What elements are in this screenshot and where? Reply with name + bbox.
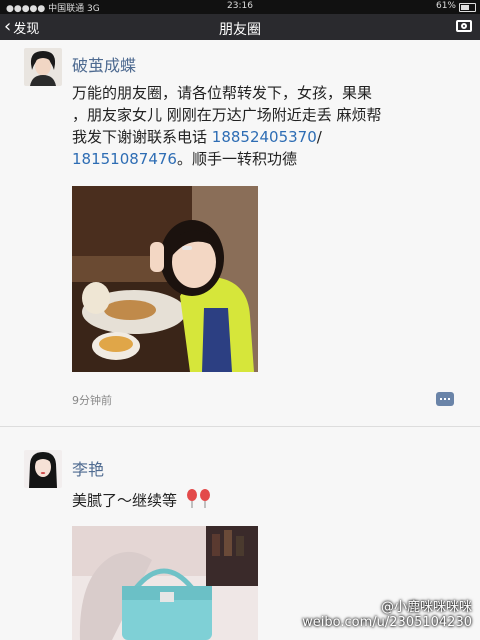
page-title: 朋友圈 <box>219 22 261 38</box>
post-photo[interactable] <box>72 526 258 640</box>
status-time: 23:16 <box>227 1 253 11</box>
battery-percent: 61% <box>435 1 456 11</box>
comment-icon[interactable] <box>436 392 454 406</box>
phone-link[interactable]: 18151087476 <box>72 150 177 168</box>
post-text: 美腻了～继续等 <box>72 488 214 514</box>
post-text-line: 18151087476。顺手一转积功德 <box>72 148 382 170</box>
avatar[interactable] <box>24 450 62 488</box>
watermark-url: weibo.com/u/2305104230 <box>302 615 472 630</box>
phone-link[interactable]: 18852405370 <box>212 128 317 146</box>
post-text-segment: 。顺手一转积功德 <box>176 150 297 168</box>
nav-bar: ‹ 发现 朋友圈 <box>0 14 480 40</box>
post-text-line: 万能的朋友圈，请各位帮转发下，女孩，果果 <box>72 84 373 102</box>
post-text-line: ，朋友家女儿 刚刚在万达广场附近走丢 麻烦帮 <box>72 106 382 124</box>
post-timestamp: 9分钟前 <box>72 394 112 407</box>
balloon-emoji-icon <box>184 488 214 514</box>
post-text: 万能的朋友圈，请各位帮转发下，女孩，果果 ，朋友家女儿 刚刚在万达广场附近走丢 … <box>72 82 382 170</box>
watermark-handle: @小鹿咪咪咪咪 <box>380 600 472 615</box>
post-photo[interactable] <box>72 186 258 372</box>
watermark: @小鹿咪咪咪咪 weibo.com/u/2305104230 <box>302 596 472 630</box>
post-author-name[interactable]: 破茧成蝶 <box>72 52 136 76</box>
post-author-name[interactable]: 李艳 <box>72 456 104 480</box>
avatar[interactable] <box>24 48 62 86</box>
status-bar: ●●●●● 中国联通 3G 23:16 61% <box>0 0 480 14</box>
post-text-segment: / <box>316 128 322 146</box>
battery-icon <box>459 3 476 12</box>
divider <box>0 426 480 427</box>
post-text-line: 我发下谢谢联系电话 18852405370/ <box>72 126 382 148</box>
post-text-segment: 我发下谢谢联系电话 <box>72 128 212 146</box>
moments-feed: 破茧成蝶 万能的朋友圈，请各位帮转发下，女孩，果果 ，朋友家女儿 刚刚在万达广场… <box>0 40 480 640</box>
post-text-line: 美腻了～继续等 <box>72 491 178 510</box>
camera-icon[interactable] <box>456 20 472 32</box>
